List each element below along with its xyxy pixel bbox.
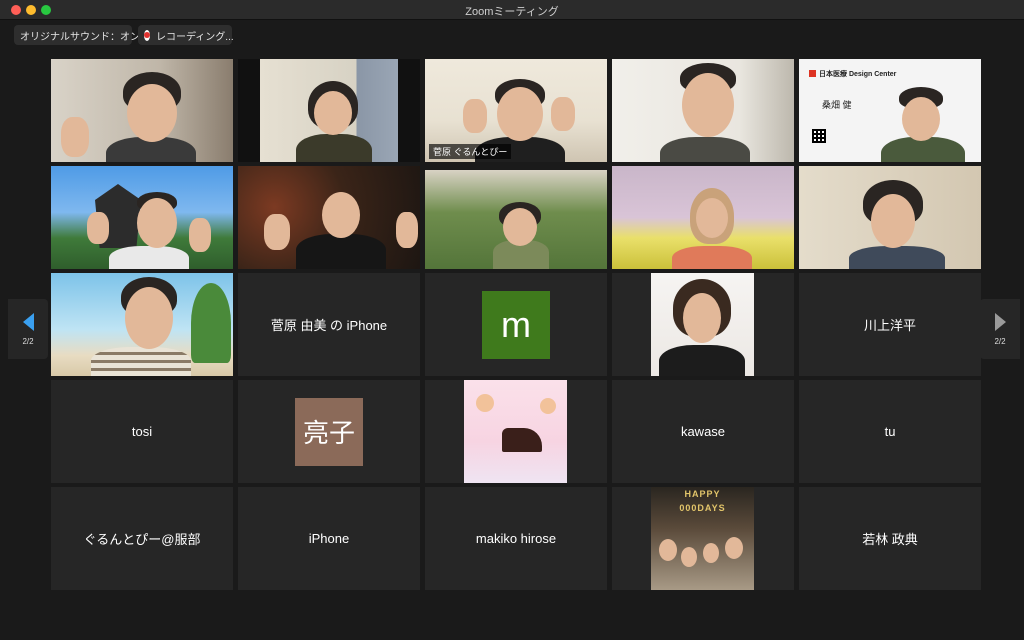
card-person-name: 桑畑 健: [822, 100, 852, 110]
person-face: [503, 208, 537, 246]
waving-hand: [551, 97, 575, 131]
person-face: [696, 198, 728, 238]
video-tile[interactable]: [612, 59, 794, 162]
participant-name: ぐるんとぴー@服部: [83, 532, 201, 547]
participant-tile[interactable]: 亮子: [238, 380, 420, 483]
person-body: [660, 137, 750, 162]
window-titlebar: Zoomミーティング: [0, 0, 1024, 20]
video-tile[interactable]: 日本医療 Design Center 桑畑 健: [799, 59, 981, 162]
meeting-toolbar: オリジナルサウンド：オン ▼ レコーディング...: [14, 25, 234, 45]
next-page-button[interactable]: 2/2: [980, 299, 1020, 359]
participant-tile[interactable]: iPhone: [238, 487, 420, 590]
waving-hand: [61, 117, 89, 157]
person-face: [314, 91, 352, 135]
qr-code-icon: [812, 129, 826, 143]
person-face: [682, 73, 734, 137]
recording-indicator[interactable]: レコーディング...: [138, 25, 234, 45]
window-title: Zoomミーティング: [465, 6, 559, 18]
person-face: [497, 87, 543, 141]
original-sound-toggle[interactable]: オリジナルサウンド：オン ▼: [14, 25, 153, 45]
card-org-label: 日本医療 Design Center: [809, 69, 896, 79]
person-face: [902, 97, 940, 141]
previous-page-button[interactable]: 2/2: [8, 299, 48, 359]
arrow-left-icon: [22, 312, 34, 331]
piano-icon: [502, 428, 542, 452]
participant-name: 菅原 由美 の iPhone: [270, 318, 388, 333]
person-body: [659, 345, 745, 376]
participant-name: 若林 政典: [862, 532, 918, 547]
participant-tile[interactable]: 若林 政典: [799, 487, 981, 590]
person-face: [137, 198, 177, 248]
participant-name-tag: 菅原 ぐるんとぴー: [429, 144, 512, 159]
person-body: [91, 347, 191, 376]
waving-hand: [189, 218, 211, 252]
video-tile[interactable]: [238, 59, 420, 162]
participant-tile[interactable]: [425, 380, 607, 483]
participant-name: tosi: [131, 424, 153, 439]
person-face: [127, 84, 177, 142]
happy-banner-line2: 000DAYS: [679, 503, 726, 513]
arrow-right-icon: [994, 312, 1006, 331]
participant-name: iPhone: [308, 531, 350, 546]
profile-photo: [651, 273, 754, 376]
participant-tile[interactable]: makiko hirose: [425, 487, 607, 590]
profile-photo: HAPPY 000DAYS: [651, 487, 754, 590]
person-body: [296, 234, 386, 269]
participant-name: tu: [884, 424, 896, 439]
participant-tile[interactable]: HAPPY 000DAYS: [612, 487, 794, 590]
person-face: [681, 547, 697, 567]
profile-avatar: 亮子: [295, 397, 363, 466]
profile-photo: [464, 380, 567, 483]
participant-tile[interactable]: m: [425, 273, 607, 376]
angel-icon: [540, 398, 556, 414]
angel-icon: [476, 394, 494, 412]
video-tile[interactable]: [612, 166, 794, 269]
participant-name: kawase: [680, 424, 726, 439]
person-face: [659, 539, 677, 561]
video-tile[interactable]: [51, 166, 233, 269]
participant-tile[interactable]: tu: [799, 380, 981, 483]
palm-tree-shape: [191, 283, 231, 363]
avatar-initial: 亮子: [302, 419, 355, 449]
gallery-grid: 菅原 ぐるんとぴー 日本医療 Design Center 桑畑 健 菅原 由美 …: [51, 59, 981, 590]
participant-name: 川上洋平: [863, 318, 916, 333]
waving-hand: [396, 212, 418, 248]
original-sound-label: オリジナルサウンド：オン: [20, 31, 140, 43]
recording-label: レコーディング...: [156, 31, 234, 43]
participant-tile[interactable]: kawase: [612, 380, 794, 483]
waving-hand: [463, 99, 487, 133]
happy-banner-line1: HAPPY: [684, 489, 721, 499]
waving-hand: [264, 214, 290, 250]
person-face: [322, 192, 360, 238]
avatar-initial: m: [501, 303, 531, 345]
person-face: [125, 287, 173, 349]
page-count-left: 2/2: [22, 336, 34, 346]
person-body: [109, 246, 189, 269]
video-tile[interactable]: [238, 166, 420, 269]
page-count-right: 2/2: [994, 336, 1006, 346]
participant-tile[interactable]: tosi: [51, 380, 233, 483]
participant-tile[interactable]: ぐるんとぴー@服部: [51, 487, 233, 590]
waving-hand: [87, 212, 109, 244]
video-tile[interactable]: [51, 59, 233, 162]
video-tile-active-speaker[interactable]: 菅原 ぐるんとぴー: [425, 59, 607, 162]
person-face: [683, 293, 721, 343]
person-body: [672, 246, 752, 269]
person-body: [849, 246, 945, 269]
person-face: [871, 194, 915, 248]
person-face: [703, 543, 719, 563]
participant-tile[interactable]: 川上洋平: [799, 273, 981, 376]
profile-avatar: m: [482, 290, 550, 359]
participant-tile[interactable]: 菅原 由美 の iPhone: [238, 273, 420, 376]
video-tile[interactable]: [425, 166, 607, 269]
person-body: [296, 134, 372, 162]
person-face: [725, 537, 743, 559]
participant-name: makiko hirose: [475, 531, 557, 546]
participant-tile[interactable]: [612, 273, 794, 376]
video-tile[interactable]: [51, 273, 233, 376]
video-tile[interactable]: [799, 166, 981, 269]
record-icon: [144, 29, 150, 41]
